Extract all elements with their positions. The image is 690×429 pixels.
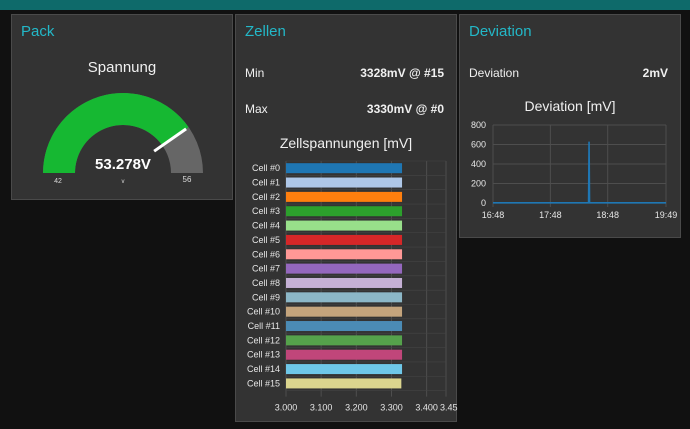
zellen-card: Zellen Min 3328mV @ #15 Max 3330mV @ #0 … <box>235 14 458 422</box>
cell-label: Cell #0 <box>252 163 280 173</box>
min-label: Min <box>245 66 265 80</box>
cell-bar <box>286 220 403 231</box>
x-tick-label: 3.100 <box>310 403 333 413</box>
zellen-card-title: Zellen <box>245 23 286 40</box>
gauge-value: 53.278V <box>95 156 151 173</box>
y-tick-label: 600 <box>471 140 486 150</box>
y-tick-label: 0 <box>481 198 486 208</box>
cell-bar <box>286 292 403 303</box>
cell-bar <box>286 163 403 174</box>
cell-bar <box>286 177 403 188</box>
cell-label: Cell #11 <box>248 321 280 331</box>
cell-bar <box>286 277 403 288</box>
cell-label: Cell #13 <box>247 350 280 360</box>
cell-voltage-chart: Cell #0 Cell #1 Cell #2 Cell #3 Cell #4 Cell … <box>247 160 458 413</box>
cell-bar <box>286 234 403 245</box>
x-tick-label: 3.300 <box>380 403 403 413</box>
gauge-min-label: 42 <box>54 178 62 185</box>
x-tick-label: 16:48 <box>482 210 505 220</box>
cell-label: Cell #7 <box>252 264 280 274</box>
top-header-bar <box>0 0 690 10</box>
max-value: 3330mV @ #0 <box>366 102 444 116</box>
cell-label: Cell #3 <box>252 206 280 216</box>
cell-label: Cell #15 <box>247 378 280 388</box>
deviation-card-title: Deviation <box>469 23 532 40</box>
y-tick-label: 200 <box>471 179 486 189</box>
cell-bar <box>286 249 403 260</box>
gauge-unit: v <box>122 179 125 185</box>
deviation-value: 2mV <box>642 66 668 80</box>
cell-label: Cell #4 <box>252 221 280 231</box>
cell-bar <box>286 206 403 217</box>
x-tick-label: 18:48 <box>596 210 619 220</box>
deviation-label: Deviation <box>469 66 520 80</box>
cell-bar <box>286 349 403 360</box>
x-tick-label: 19:49 <box>655 210 678 220</box>
x-tick-label: 3.455 <box>440 403 458 413</box>
cell-label: Cell #9 <box>252 292 280 302</box>
cell-label: Cell #8 <box>252 278 280 288</box>
deviation-chart-title: Deviation [mV] <box>524 98 616 114</box>
deviation-card: Deviation Deviation 2mV Deviation [mV] 8… <box>459 14 681 238</box>
x-tick-label: 3.200 <box>345 403 368 413</box>
cell-label: Cell #1 <box>252 178 280 188</box>
cell-chart-title: Zellspannungen [mV] <box>279 135 413 151</box>
cell-bar <box>286 191 403 202</box>
x-tick-label: 3.400 <box>415 403 438 413</box>
deviation-chart: 800 600 400 200 0 16:48 17:48 18:48 19:49 <box>471 120 678 220</box>
gauge-max-label: 56 <box>183 175 192 184</box>
cell-bar <box>286 306 403 317</box>
voltage-gauge: 53.278V 42 v 56 <box>43 92 203 185</box>
cell-label: Cell #12 <box>247 335 280 345</box>
cell-label: Cell #2 <box>252 192 280 202</box>
y-tick-label: 400 <box>471 159 486 169</box>
cell-bar <box>286 364 403 375</box>
cell-bar <box>286 378 402 389</box>
x-tick-label: 17:48 <box>539 210 562 220</box>
cell-bar <box>286 335 403 346</box>
max-label: Max <box>245 102 268 116</box>
cell-bar <box>286 321 403 332</box>
deviation-line <box>493 141 666 204</box>
min-value: 3328mV @ #15 <box>360 66 444 80</box>
cell-label: Cell #6 <box>252 249 280 259</box>
pack-card: Pack Spannung 53.278V 42 v 56 <box>11 14 233 200</box>
cell-label: Cell #5 <box>252 235 280 245</box>
cell-label: Cell #14 <box>247 364 280 374</box>
cell-label: Cell #10 <box>247 307 280 317</box>
y-tick-label: 800 <box>471 120 486 130</box>
cell-bar <box>286 263 403 274</box>
x-tick-label: 3.000 <box>275 403 298 413</box>
